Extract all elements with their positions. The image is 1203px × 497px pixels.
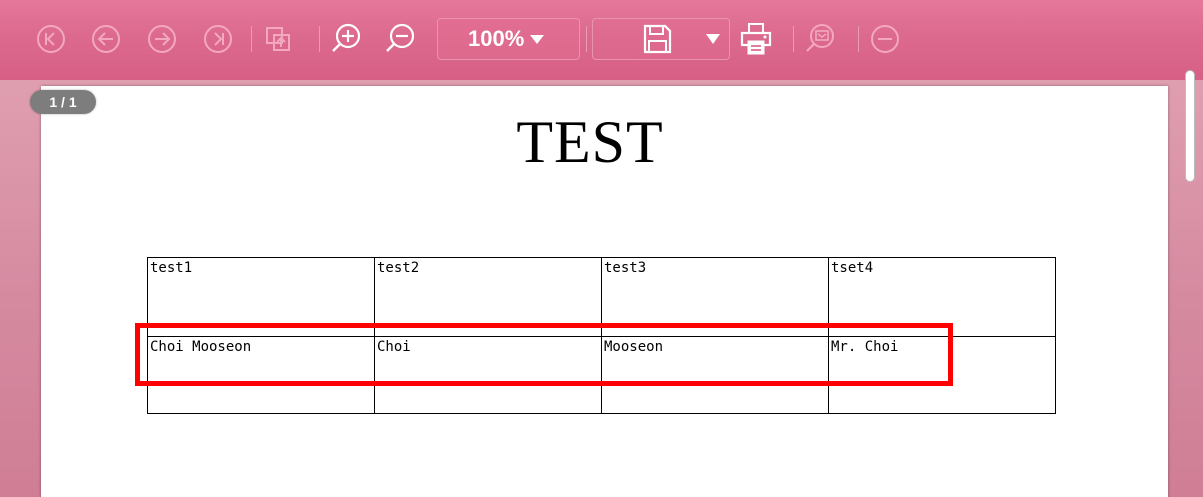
next-page-button[interactable] — [145, 22, 179, 56]
close-button[interactable] — [868, 22, 902, 56]
print-icon — [739, 22, 773, 56]
table-cell: Choi — [374, 336, 602, 414]
first-page-button[interactable] — [34, 22, 68, 56]
comment-button[interactable] — [803, 22, 837, 56]
last-page-icon — [203, 24, 233, 54]
comment-icon — [804, 23, 836, 55]
toolbar-separator — [858, 26, 859, 52]
print-button[interactable] — [739, 22, 773, 56]
document-title: TEST — [516, 109, 664, 175]
toolbar-separator — [251, 26, 252, 52]
export-icon — [264, 24, 294, 54]
save-button[interactable] — [640, 22, 674, 56]
zoom-out-button[interactable] — [383, 22, 417, 56]
toolbar-separator — [586, 26, 587, 52]
minus-circle-icon — [869, 23, 901, 55]
document-table: test1 test2 test3 tset4 Choi Mooseon Cho… — [147, 257, 1056, 414]
first-page-icon — [36, 24, 66, 54]
zoom-out-icon — [384, 23, 416, 55]
viewer-toolbar: 100% — [0, 0, 1203, 80]
scrollbar-thumb[interactable] — [1185, 70, 1195, 182]
save-options-chevron-down-icon[interactable] — [706, 34, 720, 44]
table-cell: Mr. Choi — [828, 336, 1056, 414]
table-cell: test1 — [147, 257, 375, 337]
toolbar-separator — [319, 26, 320, 52]
table-cell: Mooseon — [601, 336, 829, 414]
chevron-down-icon — [530, 34, 545, 44]
save-icon — [641, 23, 673, 55]
zoom-in-button[interactable] — [329, 22, 363, 56]
prev-page-icon — [91, 24, 121, 54]
prev-page-button[interactable] — [89, 22, 123, 56]
table-row: Choi Mooseon Choi Mooseon Mr. Choi — [147, 336, 1056, 414]
table-cell: test3 — [601, 257, 829, 337]
last-page-button[interactable] — [201, 22, 235, 56]
zoom-value: 100% — [468, 26, 525, 51]
zoom-in-icon — [330, 23, 362, 55]
toolbar-separator — [793, 26, 794, 52]
zoom-select[interactable]: 100% — [437, 18, 580, 60]
table-header-row: test1 test2 test3 tset4 — [147, 257, 1056, 337]
table-cell: Choi Mooseon — [147, 336, 375, 414]
table-cell: tset4 — [828, 257, 1056, 337]
table-cell: test2 — [374, 257, 602, 337]
export-button[interactable] — [262, 22, 296, 56]
next-page-icon — [147, 24, 177, 54]
